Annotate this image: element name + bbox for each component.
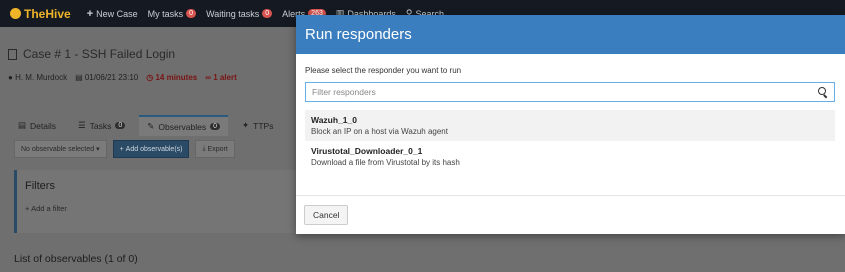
tab-ttps[interactable]: ✦ TTPs bbox=[234, 115, 281, 136]
my-tasks-count-badge: 0 bbox=[186, 9, 197, 18]
case-alerts-text: 1 alert bbox=[213, 73, 237, 82]
waiting-tasks-label: Waiting tasks bbox=[206, 8, 260, 19]
tab-tasks[interactable]: ☰ Tasks 0 bbox=[70, 115, 133, 136]
observable-selection-label: No observable selected bbox=[21, 145, 95, 153]
tab-details[interactable]: ▤ Details bbox=[10, 115, 64, 136]
modal-intro-text: Please select the responder you want to … bbox=[305, 66, 462, 75]
tab-tasks-count: 0 bbox=[115, 122, 126, 129]
case-tabs: ▤ Details ☰ Tasks 0 ✎ Observables 0 ✦ TT… bbox=[10, 115, 281, 136]
responder-filter-field bbox=[305, 82, 835, 102]
observable-selection-dropdown[interactable]: No observable selected ▾ bbox=[14, 140, 107, 158]
brand-logo[interactable]: TheHive bbox=[10, 7, 71, 21]
responder-description: Download a file from Virustotal by its h… bbox=[311, 158, 460, 167]
responder-name: Virustotal_Downloader_0_1 bbox=[311, 146, 423, 156]
waiting-tasks-count-badge: 0 bbox=[262, 9, 273, 18]
add-observables-button[interactable]: + Add observable(s) bbox=[112, 140, 190, 158]
tab-observables-label: Observables bbox=[158, 121, 207, 132]
add-filter-label: Add a filter bbox=[31, 204, 67, 213]
responder-filter-input[interactable] bbox=[312, 87, 818, 97]
add-filter-link[interactable]: + Add a filter bbox=[25, 204, 291, 213]
new-case-link[interactable]: + New Case bbox=[87, 8, 138, 20]
plus-icon: + bbox=[25, 204, 30, 213]
export-label: Export bbox=[207, 145, 228, 153]
caret-down-icon: ▾ bbox=[96, 146, 100, 153]
tab-tasks-label: Tasks bbox=[89, 120, 112, 131]
filters-panel: Filters + Add a filter bbox=[14, 170, 299, 233]
tab-ttps-label: TTPs bbox=[253, 120, 274, 131]
my-tasks-label: My tasks bbox=[147, 8, 184, 19]
ttps-icon: ✦ bbox=[242, 120, 250, 130]
new-case-label: New Case bbox=[96, 8, 138, 19]
plus-icon: + bbox=[86, 7, 94, 20]
cancel-button[interactable]: Cancel bbox=[304, 205, 349, 225]
modal-title: Run responders bbox=[305, 26, 412, 43]
case-document-icon bbox=[8, 48, 17, 60]
case-date: ▤ 01/06/21 23:10 bbox=[75, 73, 139, 82]
tab-observables-count: 0 bbox=[210, 123, 221, 130]
pin-icon: ✎ bbox=[147, 121, 155, 131]
tasks-icon: ☰ bbox=[78, 120, 86, 130]
observables-toolbar: No observable selected ▾ + Add observabl… bbox=[14, 140, 235, 158]
case-meta: ● H. M. Murdock ▤ 01/06/21 23:10 ◷ 14 mi… bbox=[8, 73, 308, 82]
add-observables-label: Add observable(s) bbox=[125, 145, 183, 153]
run-responders-modal: Run responders Please select the respond… bbox=[296, 15, 845, 234]
details-icon: ▤ bbox=[18, 120, 27, 130]
modal-body: Please select the responder you want to … bbox=[296, 54, 845, 172]
my-tasks-link[interactable]: My tasks 0 bbox=[147, 8, 197, 19]
search-icon[interactable] bbox=[818, 87, 828, 97]
responder-item[interactable]: Wazuh_1_0 Block an IP on a host via Wazu… bbox=[305, 110, 835, 141]
case-header: Case # 1 - SSH Failed Login ● H. M. Murd… bbox=[8, 47, 308, 97]
case-duration-text: 14 minutes bbox=[155, 73, 198, 82]
case-date-text: 01/06/21 23:10 bbox=[84, 73, 139, 82]
brand-name: TheHive bbox=[24, 6, 71, 21]
responder-description: Block an IP on a host via Wazuh agent bbox=[311, 127, 448, 136]
responder-name: Wazuh_1_0 bbox=[311, 115, 357, 125]
modal-header: Run responders bbox=[296, 15, 845, 54]
hive-logo-icon bbox=[10, 8, 21, 19]
export-button[interactable]: ⤓ Export bbox=[195, 140, 235, 158]
modal-footer: Cancel bbox=[296, 195, 845, 234]
responder-item[interactable]: Virustotal_Downloader_0_1 Download a fil… bbox=[305, 141, 835, 172]
observables-list-title: List of observables (1 of 0) bbox=[14, 253, 138, 265]
case-title: Case # 1 - SSH Failed Login bbox=[8, 47, 308, 61]
filters-title: Filters bbox=[25, 180, 55, 192]
case-title-text: Case # 1 - SSH Failed Login bbox=[23, 47, 176, 61]
case-owner-name: H. M. Murdock bbox=[15, 73, 68, 82]
case-owner: ● H. M. Murdock bbox=[8, 73, 68, 82]
responder-list: Wazuh_1_0 Block an IP on a host via Wazu… bbox=[305, 110, 835, 172]
tab-observables[interactable]: ✎ Observables 0 bbox=[139, 115, 229, 136]
waiting-tasks-link[interactable]: Waiting tasks 0 bbox=[206, 8, 273, 19]
case-duration: ◷ 14 minutes bbox=[146, 73, 198, 82]
case-alerts-link[interactable]: ∞ 1 alert bbox=[205, 73, 237, 82]
tab-details-label: Details bbox=[30, 120, 57, 131]
